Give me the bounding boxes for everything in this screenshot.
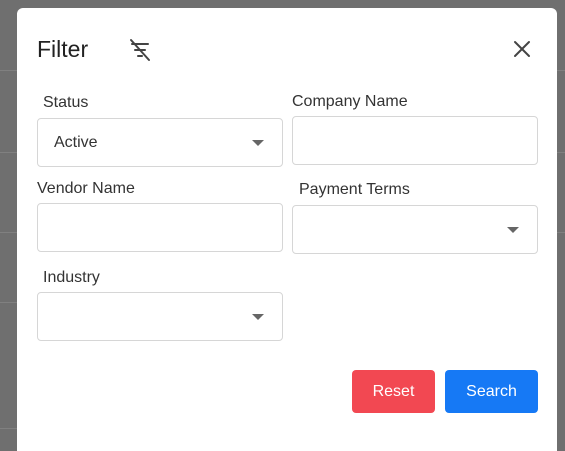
status-selected-value: Active: [54, 134, 98, 151]
filter-dialog: Filter Status Active Company Name Vendor…: [17, 8, 557, 451]
company-name-input[interactable]: [293, 117, 537, 164]
status-label: Status: [43, 94, 89, 111]
dialog-title: Filter: [37, 36, 89, 62]
background-divider: [557, 152, 565, 153]
chevron-down-icon: [507, 227, 519, 233]
background-divider: [0, 232, 17, 233]
close-button[interactable]: [507, 34, 537, 64]
vendor-name-label: Vendor Name: [37, 180, 135, 197]
vendor-name-field[interactable]: [37, 203, 283, 252]
chevron-down-icon: [252, 314, 264, 320]
chevron-down-icon: [252, 140, 264, 146]
close-icon: [514, 41, 530, 57]
status-select[interactable]: Active: [37, 118, 283, 167]
background-divider: [0, 302, 17, 303]
payment-terms-label: Payment Terms: [299, 181, 410, 198]
background-divider: [0, 70, 17, 71]
company-name-field[interactable]: [292, 116, 538, 165]
background-divider: [557, 70, 565, 71]
search-button[interactable]: Search: [445, 370, 538, 413]
payment-terms-select[interactable]: [292, 205, 538, 254]
background-divider: [557, 232, 565, 233]
background-divider: [0, 428, 17, 429]
vendor-name-input[interactable]: [38, 204, 282, 251]
company-name-label: Company Name: [292, 93, 408, 110]
industry-select[interactable]: [37, 292, 283, 341]
reset-button[interactable]: Reset: [352, 370, 435, 413]
background-divider: [0, 152, 17, 153]
industry-label: Industry: [43, 269, 100, 286]
filter-off-icon: [127, 37, 153, 63]
dialog-header: Filter: [37, 34, 537, 64]
